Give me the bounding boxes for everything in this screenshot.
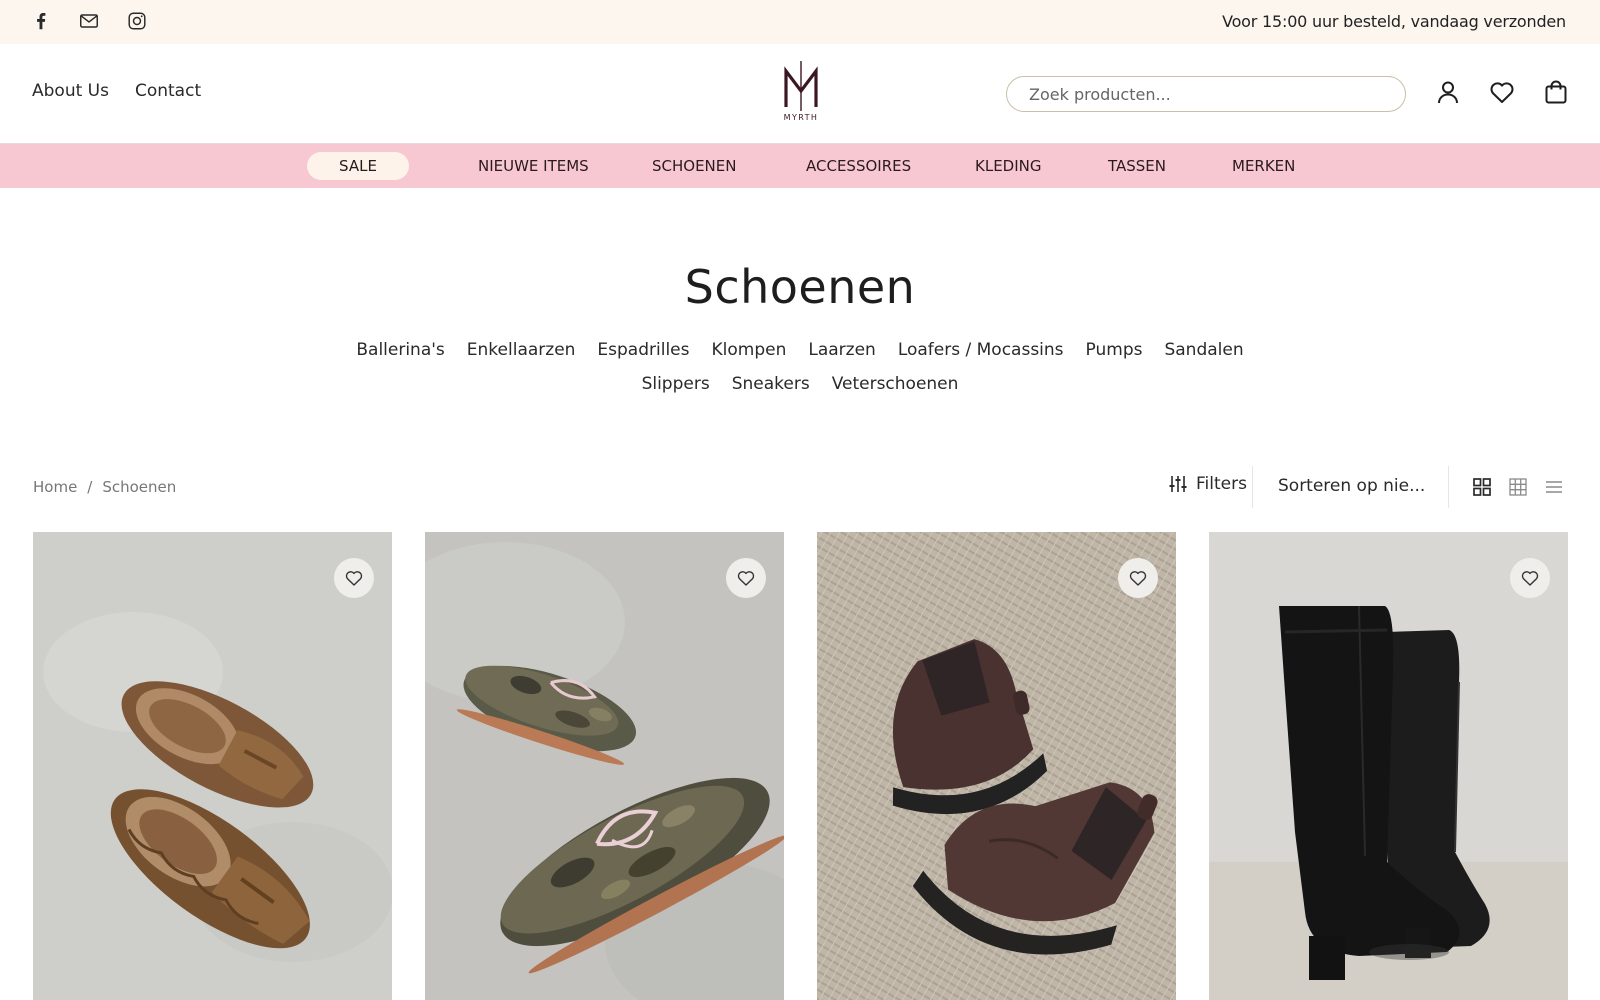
breadcrumb-home[interactable]: Home	[33, 478, 77, 496]
product-grid	[33, 532, 1569, 1000]
contact-link[interactable]: Contact	[135, 81, 201, 101]
heart-icon	[1521, 571, 1539, 586]
subcategory-slippers[interactable]: Slippers	[642, 374, 710, 394]
cart-icon[interactable]	[1542, 78, 1570, 106]
breadcrumb-separator: /	[87, 478, 93, 496]
product-card[interactable]	[33, 532, 392, 1000]
nav-item-sale[interactable]: Sale	[307, 152, 409, 180]
logo-text: MYRTH	[783, 113, 819, 122]
mail-icon[interactable]	[78, 10, 100, 32]
product-image-shearling-loafers[interactable]	[33, 532, 392, 1000]
grid-3-icon[interactable]	[1508, 477, 1528, 497]
subcategory-sandalen[interactable]: Sandalen	[1164, 340, 1243, 360]
subcategory-laarzen[interactable]: Laarzen	[808, 340, 875, 360]
about-us-link[interactable]: About Us	[32, 81, 109, 101]
logo-mark	[784, 61, 818, 111]
wishlist-icon[interactable]	[1488, 78, 1516, 106]
announcement-bar: Voor 15:00 uur besteld, vandaag verzonde…	[0, 0, 1600, 44]
shipping-message: Voor 15:00 uur besteld, vandaag verzonde…	[1222, 12, 1566, 31]
heart-icon	[1129, 571, 1147, 586]
toolbar-divider	[1252, 466, 1253, 508]
filter-sliders-icon	[1169, 476, 1187, 492]
add-to-wishlist-button[interactable]	[334, 558, 374, 598]
social-links	[30, 10, 148, 32]
subcategory-veterschoenen[interactable]: Veterschoenen	[832, 374, 959, 394]
breadcrumb-current: Schoenen	[102, 478, 177, 496]
nav-item-nieuwe-items[interactable]: Nieuwe items	[478, 152, 589, 180]
subcategory-links-row-2: Slippers Sneakers Veterschoenen	[0, 374, 1600, 394]
subcategory-espadrilles[interactable]: Espadrilles	[597, 340, 689, 360]
subcategory-enkellaarzen[interactable]: Enkellaarzen	[467, 340, 576, 360]
breadcrumb: Home / Schoenen	[33, 478, 176, 496]
add-to-wishlist-button[interactable]	[1118, 558, 1158, 598]
instagram-icon[interactable]	[126, 10, 148, 32]
view-switcher	[1472, 477, 1564, 497]
heart-icon	[737, 571, 755, 586]
product-image-camo-boat-shoes[interactable]	[425, 532, 784, 1000]
site-logo[interactable]: MYRTH	[778, 59, 824, 129]
subcategory-pumps[interactable]: Pumps	[1086, 340, 1143, 360]
subcategory-links-row-1: Ballerina's Enkellaarzen Espadrilles Klo…	[0, 340, 1600, 360]
product-image-black-knee-boots[interactable]	[1209, 532, 1568, 1000]
nav-item-accessoires[interactable]: Accessoires	[806, 152, 911, 180]
header-actions	[1434, 78, 1570, 106]
subcategory-sneakers[interactable]: Sneakers	[732, 374, 810, 394]
product-card[interactable]	[817, 532, 1176, 1000]
page-title: Schoenen	[684, 260, 916, 314]
subcategory-ballerinas[interactable]: Ballerina's	[356, 340, 444, 360]
account-icon[interactable]	[1434, 78, 1462, 106]
subcategory-klompen[interactable]: Klompen	[712, 340, 787, 360]
product-card[interactable]	[1209, 532, 1568, 1000]
product-image-suede-chelsea-boots[interactable]	[817, 532, 1176, 1000]
search-input[interactable]	[1007, 77, 1405, 111]
facebook-icon[interactable]	[30, 10, 52, 32]
grid-2-icon[interactable]	[1472, 477, 1492, 497]
toolbar-divider	[1448, 466, 1449, 508]
nav-item-merken[interactable]: Merken	[1232, 152, 1295, 180]
add-to-wishlist-button[interactable]	[726, 558, 766, 598]
sort-select[interactable]: Sorteren op nie...	[1278, 476, 1425, 496]
filters-button[interactable]: Filters	[1168, 474, 1247, 494]
main-nav: Sale Nieuwe items Schoenen Accessoires K…	[0, 144, 1600, 188]
header-links: About Us Contact	[32, 81, 201, 101]
site-header: About Us Contact MYRTH	[0, 44, 1600, 144]
search-bar	[1006, 76, 1406, 112]
product-card[interactable]	[425, 532, 784, 1000]
subcategory-loafers-mocassins[interactable]: Loafers / Mocassins	[898, 340, 1064, 360]
nav-item-kleding[interactable]: Kleding	[975, 152, 1042, 180]
heart-icon	[345, 571, 363, 586]
add-to-wishlist-button[interactable]	[1510, 558, 1550, 598]
nav-item-tassen[interactable]: Tassen	[1108, 152, 1166, 180]
filters-label: Filters	[1196, 474, 1247, 494]
list-view-icon[interactable]	[1544, 477, 1564, 497]
nav-item-schoenen[interactable]: Schoenen	[652, 152, 736, 180]
